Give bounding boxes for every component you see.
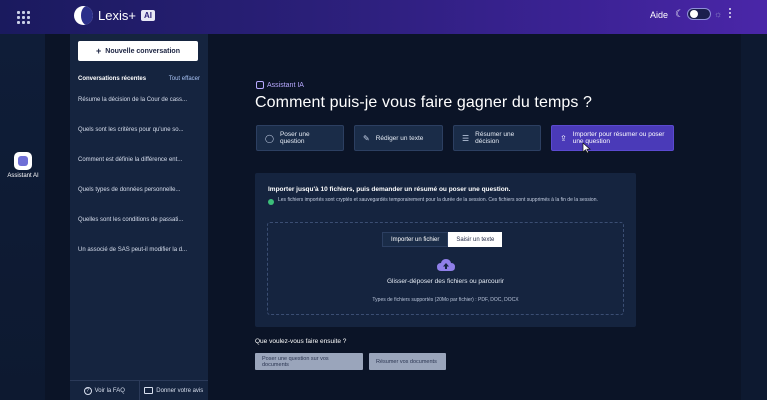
action-label: Rédiger un texte [375,134,424,142]
upload-mode-tabs: Importer un fichier Saisir un texte [382,232,503,247]
file-dropzone[interactable]: Importer un fichier Saisir un texte Glis… [267,222,624,315]
draft-text-button[interactable]: ✎ Rédiger un texte [354,125,443,151]
page-title: Comment puis-je vous faire gagner du tem… [255,94,593,111]
recent-conversations-header: Conversations récentes Tout effacer [78,76,200,82]
mouse-pointer-icon [582,142,591,154]
right-edge [741,34,767,400]
left-rail: Assistant AI [0,34,45,400]
sun-icon: ☼ [713,9,723,19]
ask-documents-button[interactable]: Poser une question sur vos documents [255,353,363,370]
main-content: Assistant IA Comment puis-je vous faire … [208,34,741,400]
list-item[interactable]: Quels sont les critères pour qu'une so..… [78,126,202,156]
upload-card: Importer jusqu'à 10 fichiers, puis deman… [255,173,636,327]
feedback-icon [144,387,154,394]
brand-name: Lexis+ [98,8,136,23]
shield-check-icon [268,199,274,205]
top-bar: Lexis+ AI Aide ☾ ☼ [0,0,767,34]
list-item[interactable]: Résume la décision de la Cour de cass... [78,96,202,126]
new-conversation-button[interactable]: + Nouvelle conversation [78,41,198,61]
ask-question-button[interactable]: ◯ Poser une question [256,125,344,151]
next-steps-buttons: Poser une question sur vos documents Rés… [255,353,446,370]
faq-button[interactable]: ? Voir la FAQ [70,381,139,400]
recent-conversations-title: Conversations récentes [78,76,147,82]
action-label: Poser une question [279,131,310,145]
list-item[interactable]: Un associé de SAS peut-il modifier la d.… [78,246,202,276]
help-link[interactable]: Aide [650,10,668,20]
conversation-list: Résume la décision de la Cour de cass...… [78,96,202,276]
summarize-decision-button[interactable]: ☰ Résumer une décision [453,125,541,151]
upload-security-note: Les fichiers importés sont cryptés et sa… [268,197,618,205]
list-icon: ☰ [462,133,470,143]
tab-enter-text[interactable]: Saisir un texte [448,232,503,247]
action-buttons: ◯ Poser une question ✎ Rédiger un texte … [256,125,674,151]
feedback-label: Donner votre avis [156,387,204,394]
new-conversation-label: Nouvelle conversation [105,47,180,55]
tab-import-file[interactable]: Importer un fichier [382,232,449,247]
faq-label: Voir la FAQ [94,387,125,394]
clear-all-button[interactable]: Tout effacer [169,76,200,82]
rail-item-label: Assistant AI [7,173,39,179]
assistant-tag-icon [256,81,264,89]
feedback-button[interactable]: Donner votre avis [138,381,209,400]
next-steps-title: Que voulez-vous faire ensuite ? [255,338,347,345]
brand-logo[interactable]: Lexis+ AI [74,6,155,25]
lexis-logo-icon [74,6,93,25]
chat-icon: ◯ [265,133,274,143]
plus-icon: + [96,46,102,56]
rail-item-assistant[interactable]: Assistant AI [7,152,39,180]
edit-icon: ✎ [363,133,370,143]
list-item[interactable]: Quelles sont les conditions de passati..… [78,216,202,246]
app-grid-icon[interactable] [15,9,31,25]
help-icon: ? [83,386,92,395]
assistant-tag: Assistant IA [256,81,304,89]
import-files-button[interactable]: ⇪ Importer pour résumer ou poser une que… [551,125,674,151]
upload-title: Importer jusqu'à 10 fichiers, puis deman… [268,186,511,193]
assistant-icon [14,152,32,170]
upload-note-text: Les fichiers importés sont cryptés et sa… [278,197,598,203]
action-label: Résumer une décision [475,131,515,145]
supported-file-types: Types de fichiers supportés (20Mo par fi… [372,297,519,303]
toggle-track[interactable] [686,8,711,20]
theme-toggle[interactable]: ☾ ☼ [675,8,722,20]
panel-footer: ? Voir la FAQ Donner votre avis [70,380,208,400]
upload-icon: ⇪ [560,133,567,143]
summarize-documents-button[interactable]: Résumer vos documents [369,353,446,370]
moon-icon: ☾ [675,8,684,20]
dropzone-label: Glisser-déposer des fichiers ou parcouri… [386,278,505,285]
assistant-tag-label: Assistant IA [267,81,304,89]
toggle-knob [689,10,698,18]
more-menu-icon[interactable] [729,8,731,18]
list-item[interactable]: Quels types de données personnelle... [78,186,202,216]
conversation-panel: + Nouvelle conversation Conversations ré… [70,34,208,400]
brand-badge: AI [140,10,155,21]
list-item[interactable]: Comment est définie la différence ent... [78,156,202,186]
cloud-upload-icon [437,259,455,271]
